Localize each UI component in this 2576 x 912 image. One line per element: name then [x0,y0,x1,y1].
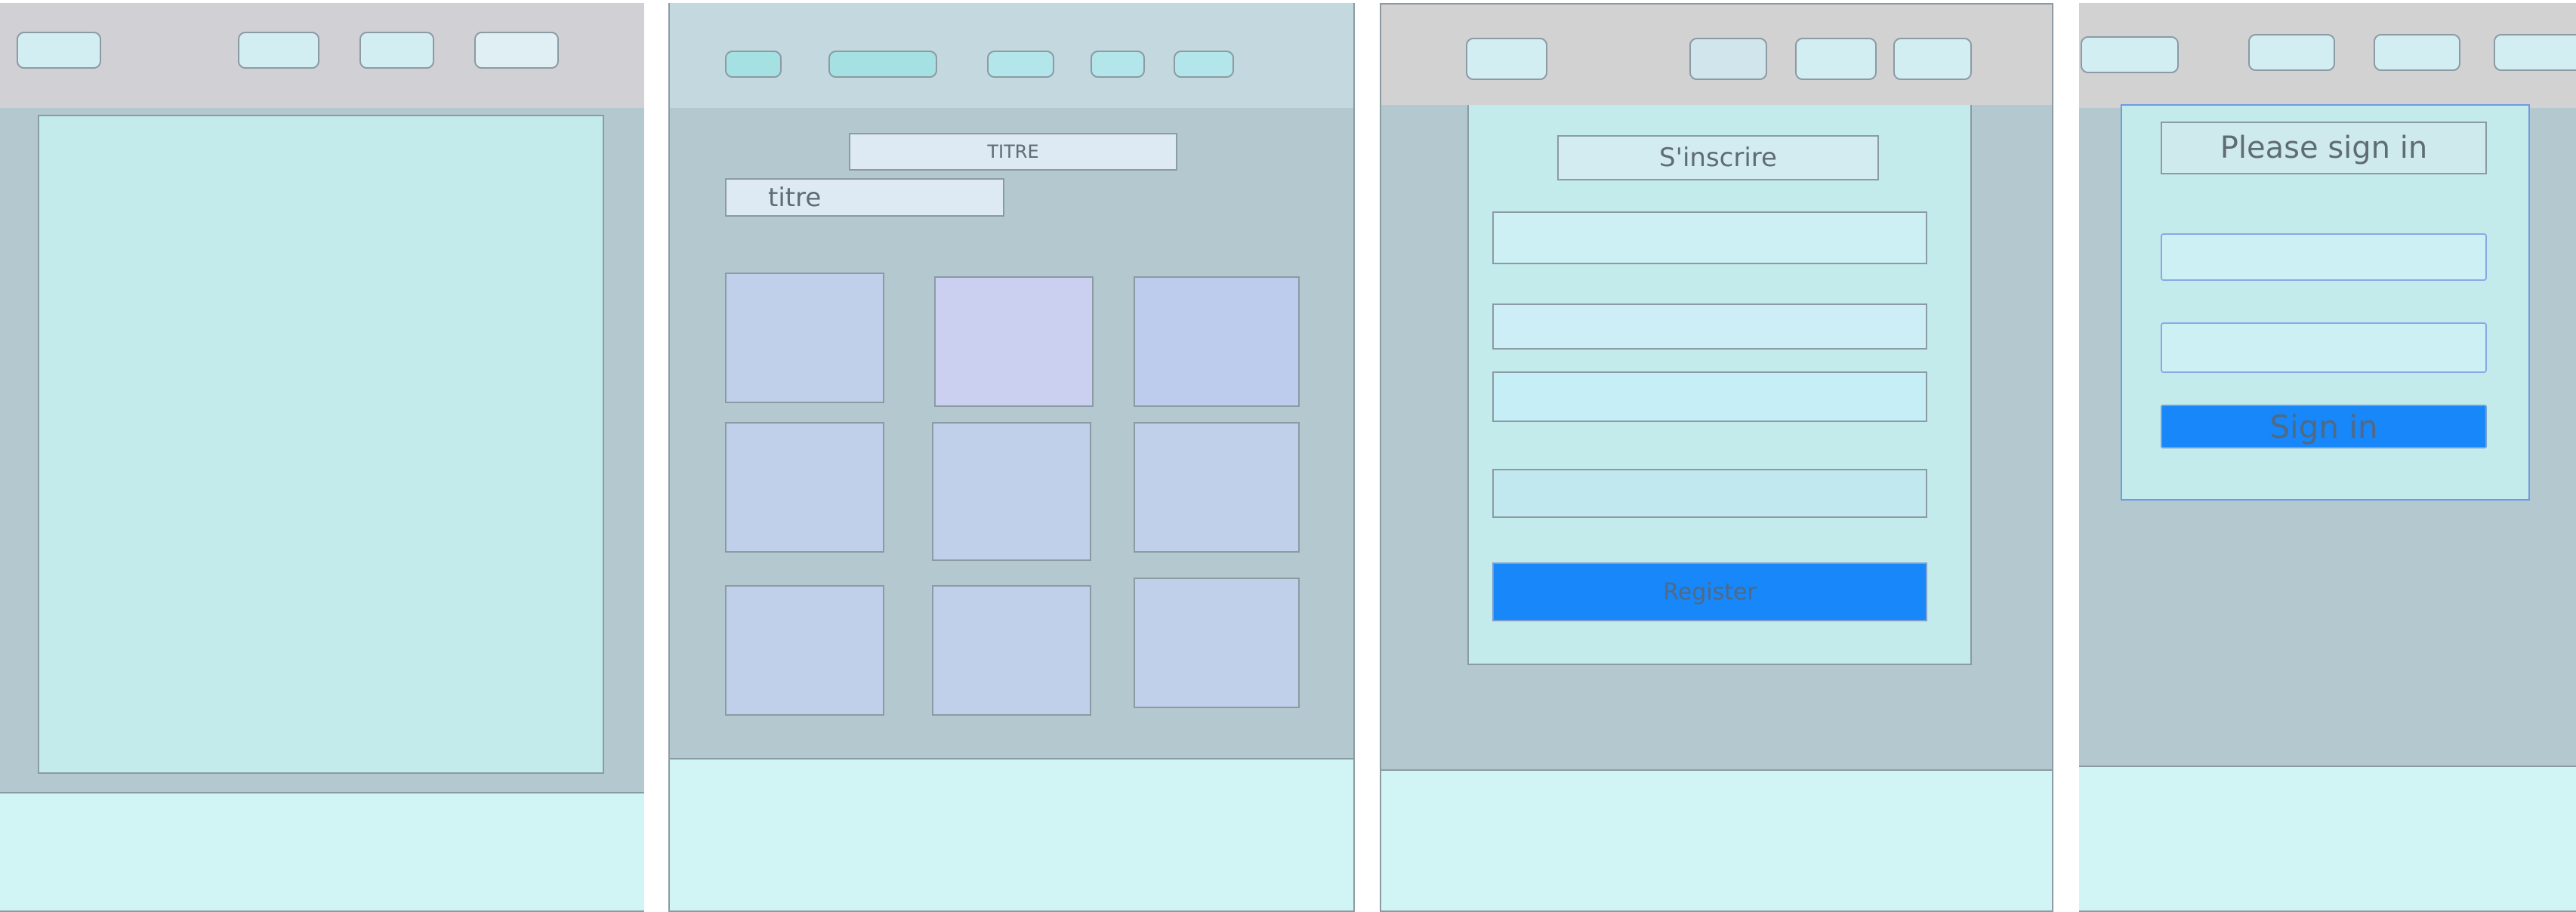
text-input[interactable] [1492,303,1927,350]
nav-logo-button[interactable] [17,32,101,69]
footer [2079,766,2576,912]
wireframe-gallery-page: TITRE titre [668,0,1355,912]
register-button[interactable]: Register [1492,562,1927,621]
nav-logo-button[interactable] [1466,38,1547,80]
nav-link-button[interactable] [2248,34,2335,71]
nav-logo-button[interactable] [2081,36,2179,73]
nav-link-button[interactable] [1174,51,1234,78]
gallery-tile[interactable] [1134,276,1300,407]
register-form-card: S'inscrire Register [1467,105,1972,665]
gallery-tile[interactable] [725,273,884,403]
wireframe-register-page: S'inscrire Register [1380,0,2053,912]
nav-link-button[interactable] [359,32,434,69]
form-title: Please sign in [2161,122,2487,174]
page-title: TITRE [849,133,1177,171]
content-area: S'inscrire Register [1380,105,2053,772]
signin-form-card: Please sign in Sign in [2121,104,2530,501]
gallery-tile[interactable] [1134,422,1300,553]
footer [668,758,1355,912]
nav-link-button[interactable] [238,32,319,69]
content-area: TITRE titre [668,108,1355,761]
gallery-tile[interactable] [725,585,884,716]
section-subtitle: titre [725,178,1004,217]
text-input[interactable] [1492,469,1927,518]
nav-link-button[interactable] [2494,34,2576,71]
password-input[interactable] [2161,322,2487,373]
nav-link-button[interactable] [1795,38,1877,80]
sign-in-button[interactable]: Sign in [2161,405,2487,448]
nav-link-button[interactable] [2374,34,2460,71]
navbar [0,3,644,109]
gallery-tile[interactable] [934,276,1094,407]
wireframe-blank-page [0,0,644,912]
main-content-box [38,115,604,774]
nav-link-button[interactable] [828,51,937,78]
email-input[interactable] [2161,233,2487,281]
footer [0,792,644,912]
gallery-tile[interactable] [932,422,1091,561]
nav-link-button[interactable] [987,51,1054,78]
content-area: Please sign in Sign in [2079,104,2576,769]
nav-link-button[interactable] [1689,38,1767,80]
footer [1380,769,2053,912]
nav-logo-button[interactable] [725,51,782,78]
text-input[interactable] [1492,371,1927,422]
wireframe-signin-page: Please sign in Sign in [2079,0,2576,912]
content-area [0,108,644,795]
nav-link-button[interactable] [1893,38,1972,80]
nav-link-button[interactable] [1091,51,1145,78]
gallery-tile[interactable] [725,422,884,553]
gallery-tile[interactable] [932,585,1091,716]
gallery-tile[interactable] [1134,578,1300,708]
navbar [668,3,1355,109]
text-input[interactable] [1492,211,1927,264]
navbar [1380,3,2053,108]
navbar [2079,3,2576,109]
form-title: S'inscrire [1557,135,1879,180]
nav-link-button[interactable] [474,32,559,69]
